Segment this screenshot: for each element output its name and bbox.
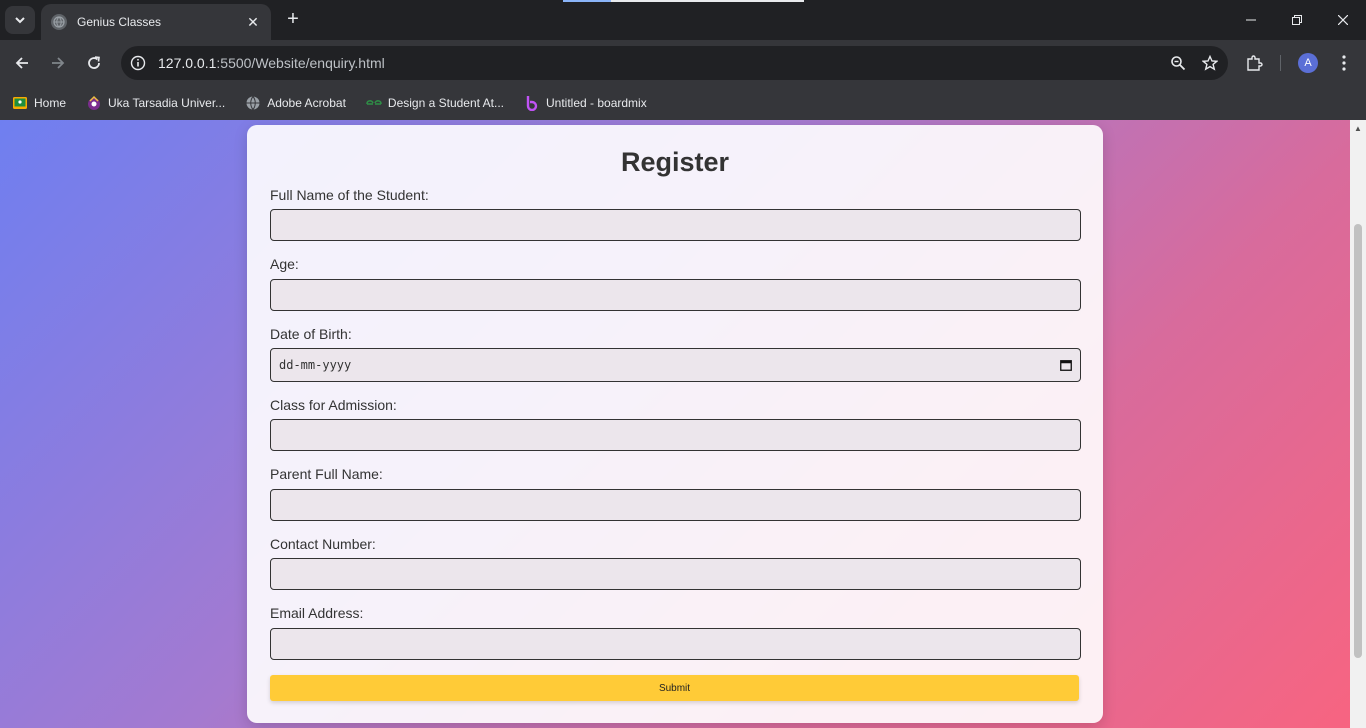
puzzle-icon — [1247, 55, 1263, 71]
submit-button[interactable]: Submit — [270, 675, 1079, 701]
bookmark-boardmix[interactable]: Untitled - boardmix — [524, 95, 647, 111]
new-tab-button[interactable]: + — [282, 9, 304, 31]
dob-placeholder: dd-mm-yyyy — [279, 358, 352, 372]
dob-date-input[interactable]: dd-mm-yyyy — [270, 348, 1081, 382]
tab-title: Genius Classes — [77, 15, 162, 29]
browser-menu-button[interactable] — [1330, 49, 1358, 77]
classroom-icon — [12, 95, 28, 111]
parent-name-label: Parent Full Name: — [270, 466, 383, 482]
age-label: Age: — [270, 256, 299, 272]
tab-close-icon[interactable]: ✕ — [245, 14, 261, 31]
university-icon — [86, 95, 102, 111]
scroll-up-icon[interactable]: ▲ — [1350, 120, 1366, 136]
scrollbar-thumb[interactable] — [1354, 224, 1362, 658]
student-name-label: Full Name of the Student: — [270, 187, 429, 203]
site-info-icon[interactable] — [126, 51, 150, 75]
more-vertical-icon — [1342, 55, 1346, 71]
contact-number-input[interactable] — [270, 558, 1081, 590]
bookmark-adobe-acrobat[interactable]: Adobe Acrobat — [245, 95, 346, 111]
age-input[interactable] — [270, 279, 1081, 311]
reload-icon — [88, 56, 100, 69]
student-name-input[interactable] — [270, 209, 1081, 241]
dob-label: Date of Birth: — [270, 326, 352, 342]
email-input[interactable] — [270, 628, 1081, 660]
profile-button[interactable]: A — [1294, 49, 1322, 77]
bookmark-uka-tarsadia[interactable]: Uka Tarsadia Univer... — [86, 95, 225, 111]
parent-name-input[interactable] — [270, 489, 1081, 521]
class-admission-label: Class for Admission: — [270, 397, 397, 413]
tab-search-button[interactable] — [5, 6, 35, 34]
boardmix-icon — [524, 95, 540, 111]
browser-titlebar: Genius Classes ✕ + — [0, 0, 1366, 40]
register-form-card: Register Full Name of the Student: Age: … — [247, 125, 1103, 723]
globe-icon — [245, 95, 261, 111]
reload-button[interactable] — [80, 49, 108, 77]
class-admission-input[interactable] — [270, 419, 1081, 451]
arrow-right-icon — [52, 57, 65, 69]
minimize-icon — [1246, 19, 1256, 21]
top-accent-bar-2 — [611, 0, 804, 2]
page-viewport: Register Full Name of the Student: Age: … — [0, 120, 1366, 728]
close-window-button[interactable] — [1320, 0, 1366, 40]
restore-button[interactable] — [1274, 0, 1320, 40]
toolbar-divider — [1280, 55, 1281, 71]
page-scrollbar[interactable]: ▲ — [1350, 120, 1366, 728]
geeksforgeeks-icon — [366, 95, 382, 111]
email-label: Email Address: — [270, 605, 364, 621]
bookmark-design-student[interactable]: Design a Student At... — [366, 95, 504, 111]
globe-icon — [51, 14, 67, 30]
bookmarks-bar: Home Uka Tarsadia Univer... Adobe Acroba… — [0, 86, 1366, 120]
arrow-left-icon — [15, 57, 28, 69]
browser-tab[interactable]: Genius Classes ✕ — [41, 4, 271, 40]
top-accent-bar — [563, 0, 611, 2]
close-icon — [1338, 15, 1348, 25]
chevron-down-icon — [15, 17, 25, 24]
forward-button[interactable] — [44, 49, 72, 77]
restore-icon — [1292, 15, 1302, 25]
url-text: 127.0.0.1:5500/Website/enquiry.html — [158, 55, 385, 71]
back-button[interactable] — [8, 49, 36, 77]
browser-toolbar: 127.0.0.1:5500/Website/enquiry.html A — [0, 40, 1366, 86]
address-bar[interactable]: 127.0.0.1:5500/Website/enquiry.html — [121, 46, 1228, 80]
contact-number-label: Contact Number: — [270, 536, 376, 552]
extensions-button[interactable] — [1240, 49, 1268, 77]
bookmark-home[interactable]: Home — [12, 95, 66, 111]
avatar: A — [1298, 53, 1318, 73]
bookmark-star-icon[interactable] — [1196, 49, 1224, 77]
minimize-button[interactable] — [1228, 0, 1274, 40]
page-title: Register — [620, 147, 730, 177]
calendar-icon[interactable] — [1060, 359, 1072, 371]
zoom-icon[interactable] — [1164, 49, 1192, 77]
